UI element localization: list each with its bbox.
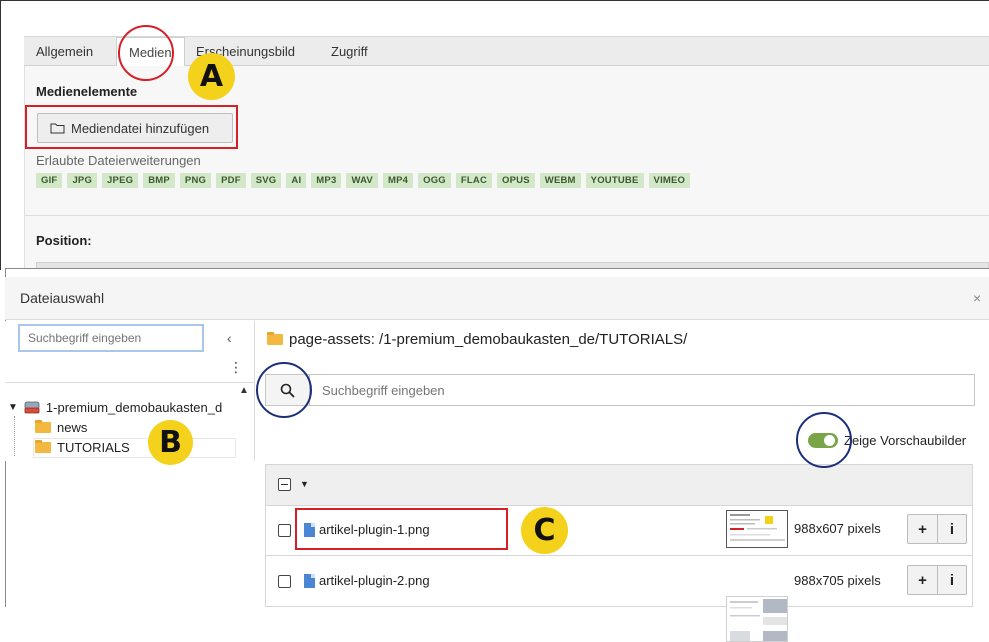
annotation-badge-b: B	[148, 420, 193, 465]
tree-menu-icon[interactable]: ⋮	[229, 360, 243, 374]
file-thumbnail	[726, 510, 788, 548]
media-panel	[24, 66, 989, 270]
file-dimensions: 988x607 pixels	[794, 521, 881, 536]
extension-badge: AI	[286, 173, 307, 188]
annotation-badge-a: A	[188, 53, 235, 100]
thumbnail-toggle-label: Zeige Vorschaubilder	[844, 433, 967, 448]
tree-root-item[interactable]: ▼ 1-premium_demobaukasten_d	[8, 400, 222, 415]
extension-badge: OPUS	[497, 173, 535, 188]
file-thumbnail	[726, 596, 788, 642]
folder-icon	[267, 332, 283, 345]
tree-separator	[5, 382, 255, 383]
storage-drive-icon	[24, 401, 40, 413]
tree-item-news[interactable]: news	[35, 420, 87, 435]
file-row-actions: + i	[907, 565, 967, 595]
thumbnail-image	[727, 511, 787, 547]
annotation-circle-medien-tab	[118, 25, 174, 81]
allowed-extensions-list: GIF JPG JPEG BMP PNG PDF SVG AI MP3 WAV …	[36, 173, 691, 188]
annotation-circle-search	[256, 362, 312, 418]
tree-search-input[interactable]	[18, 324, 204, 352]
tree-guide-line	[14, 416, 15, 456]
extension-badge: MP3	[311, 173, 342, 188]
extension-badge: VIMEO	[648, 173, 691, 188]
extension-badge: GIF	[36, 173, 63, 188]
dialog-title: Dateiauswahl	[20, 290, 105, 306]
extension-badge: JPG	[67, 173, 98, 188]
image-file-icon	[304, 573, 315, 588]
extension-badge: YOUTUBE	[585, 173, 644, 188]
extension-badge: BMP	[143, 173, 175, 188]
extension-badge: PNG	[179, 173, 212, 188]
file-dimensions: 988x705 pixels	[794, 573, 881, 588]
bulk-actions-dropdown-icon[interactable]: ▼	[300, 479, 309, 489]
select-all-checkbox[interactable]	[278, 478, 291, 491]
add-file-button[interactable]: +	[908, 566, 937, 594]
extension-badge: FLAC	[455, 173, 493, 188]
annotation-circle-toggle	[796, 412, 852, 468]
annotation-box-add-media	[25, 105, 238, 149]
extension-badge: PDF	[216, 173, 246, 188]
close-icon[interactable]: ×	[973, 290, 981, 306]
media-section-title: Medienelemente	[36, 84, 138, 99]
tree-item-label: news	[57, 420, 88, 435]
folder-icon	[35, 440, 51, 453]
scroll-up-icon[interactable]: ▲	[239, 385, 249, 396]
annotation-badge-c: C	[521, 507, 568, 554]
annotation-box-file	[295, 508, 508, 550]
current-folder-path: page-assets: /1-premium_demobaukasten_de…	[267, 331, 687, 348]
file-table-header	[265, 464, 973, 506]
extension-badge: WEBM	[539, 173, 581, 188]
file-row-checkbox[interactable]	[278, 575, 291, 588]
extension-badge: JPEG	[102, 173, 139, 188]
tab-zugriff[interactable]: Zugriff	[319, 37, 380, 67]
extension-badge: SVG	[250, 173, 282, 188]
file-info-button[interactable]: i	[937, 566, 966, 594]
minus-icon	[281, 483, 288, 486]
extension-badge: WAV	[346, 173, 378, 188]
extension-badge: MP4	[382, 173, 414, 188]
folder-path-text: page-assets: /1-premium_demobaukasten_de…	[289, 331, 688, 348]
folder-icon	[35, 420, 51, 433]
expand-toggle-icon[interactable]: ▼	[8, 402, 18, 413]
file-name: artikel-plugin-2.png	[319, 573, 430, 588]
position-label: Position:	[36, 233, 92, 248]
tree-item-tutorials[interactable]: TUTORIALS	[35, 440, 130, 455]
file-row-checkbox[interactable]	[278, 524, 291, 537]
tab-allgemein[interactable]: Allgemein	[24, 37, 105, 67]
file-search-input[interactable]	[310, 375, 974, 405]
extension-badge: OGG	[418, 173, 451, 188]
dialog-header	[5, 277, 989, 320]
thumbnail-image	[727, 597, 787, 641]
section-divider	[24, 215, 989, 216]
tree-item-label: TUTORIALS	[57, 440, 130, 455]
allowed-extensions-label: Erlaubte Dateierweiterungen	[36, 153, 201, 168]
file-search-group	[265, 374, 975, 406]
tree-root-label: 1-premium_demobaukasten_d	[45, 400, 223, 415]
file-info-button[interactable]: i	[937, 515, 966, 543]
file-name-cell[interactable]: artikel-plugin-2.png	[304, 573, 430, 588]
file-row-actions: + i	[907, 514, 967, 544]
add-file-button[interactable]: +	[908, 515, 937, 543]
collapse-tree-icon[interactable]: ‹	[227, 330, 232, 346]
